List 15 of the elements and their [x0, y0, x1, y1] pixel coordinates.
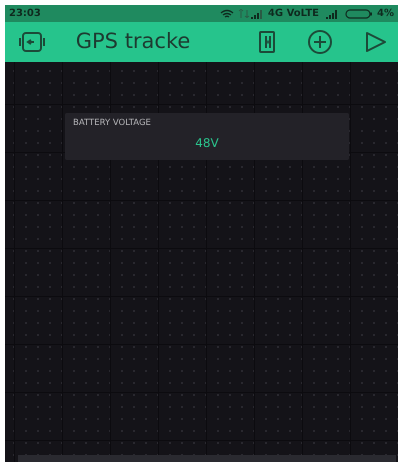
- widget-label: BATTERY VOLTAGE: [73, 117, 152, 130]
- widget-value: 48V: [195, 136, 219, 150]
- status-time: 23:03: [9, 7, 41, 21]
- battery-icon: [345, 8, 374, 18]
- device-icon[interactable]: [19, 31, 45, 53]
- play-icon[interactable]: [364, 30, 388, 54]
- value-display-widget[interactable]: BATTERY VOLTAGE 48V: [65, 113, 349, 160]
- app-title: GPS tracke: [76, 28, 192, 56]
- signal-bars-icon: [250, 8, 264, 18]
- add-icon[interactable]: [307, 29, 334, 55]
- battery-percent: 4%: [377, 7, 394, 21]
- network-type: 4G VoLTE: [268, 7, 320, 21]
- signal-bars-icon: [325, 8, 340, 18]
- data-arrows-icon: [238, 8, 250, 18]
- wifi-icon: [220, 8, 234, 18]
